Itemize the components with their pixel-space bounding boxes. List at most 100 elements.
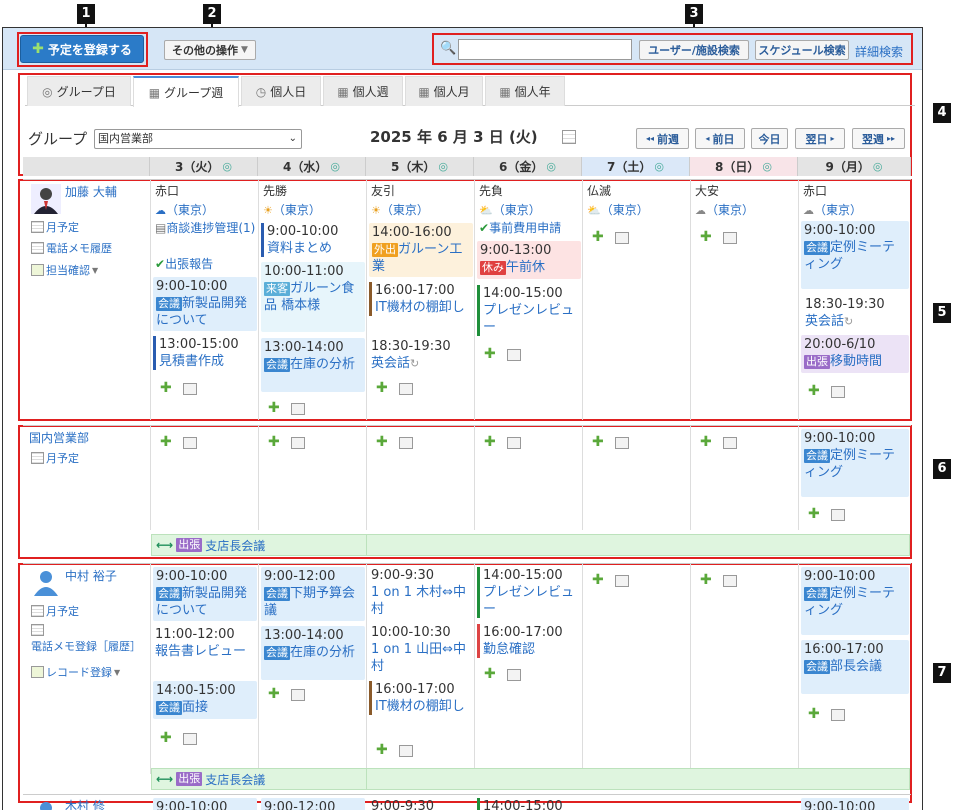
banner-event[interactable]: ⟷ 出張 支店長会議	[151, 534, 367, 556]
day-header-4[interactable]: 4（水） ◎	[258, 157, 366, 176]
schedule-event[interactable]: 9:00-9:30	[371, 798, 471, 810]
schedule-event[interactable]: 16:00-17:00 勤怠確認	[477, 624, 577, 658]
schedule-event[interactable]: 9:00-10:00	[153, 798, 257, 810]
tab-personal-year[interactable]: ▦ 個人年	[485, 76, 565, 106]
schedule-event[interactable]: 9:00-10:00 会議 定例ミーティング	[801, 567, 909, 635]
schedule-event[interactable]: 9:00-10:00 会議 定例ミーティング	[801, 429, 909, 497]
schedule-event[interactable]: 9:00-10:00 資料まとめ	[261, 223, 357, 257]
add-memo-icon[interactable]	[399, 745, 413, 757]
add-schedule-icon[interactable]: ✚	[700, 572, 712, 588]
schedule-event[interactable]: 9:00-10:00 会議 新製品開発について	[153, 567, 257, 621]
add-memo-icon[interactable]	[723, 575, 737, 587]
tab-personal-week[interactable]: ▦ 個人週	[323, 76, 403, 106]
add-schedule-icon[interactable]: ✚	[268, 400, 280, 416]
add-schedule-icon[interactable]: ✚	[160, 380, 172, 396]
schedule-event[interactable]: 14:00-15:00 プレゼンレビュー	[477, 285, 577, 336]
schedule-event[interactable]: 14:00-15:00 プレゼンレビュー	[477, 567, 577, 618]
schedule-event[interactable]: 16:00-17:00 IT機材の棚卸し	[369, 282, 469, 316]
phone-memo-link[interactable]: 電話メモ履歴	[31, 240, 112, 256]
assignment-check-link[interactable]: 担当確認 ▼	[31, 262, 98, 278]
add-schedule-icon[interactable]: ✚	[808, 506, 820, 522]
add-memo-icon[interactable]	[615, 232, 629, 244]
add-memo-icon[interactable]	[507, 669, 521, 681]
add-schedule-icon[interactable]: ✚	[376, 742, 388, 758]
schedule-event[interactable]: 13:00-14:00 会議 在庫の分析	[261, 338, 365, 392]
user-name[interactable]: 加藤 大輔	[65, 183, 117, 200]
add-memo-icon[interactable]	[723, 437, 737, 449]
day-header-9[interactable]: 9（月） ◎	[798, 157, 911, 176]
weather-info[interactable]: ⛅（東京）	[587, 201, 649, 218]
add-schedule-icon[interactable]: ✚	[268, 434, 280, 450]
add-memo-icon[interactable]	[399, 383, 413, 395]
add-memo-icon[interactable]	[399, 437, 413, 449]
day-header-6[interactable]: 6（金） ◎	[474, 157, 582, 176]
schedule-event[interactable]: 14:00-15:00	[477, 798, 577, 810]
add-schedule-icon[interactable]: ✚	[592, 572, 604, 588]
weather-info[interactable]: ☁（東京）	[695, 201, 754, 218]
add-schedule-icon[interactable]: ✚	[592, 229, 604, 245]
todo-item[interactable]: ✔出張報告	[155, 256, 257, 273]
weather-info[interactable]: ⛅（東京）	[479, 201, 541, 218]
add-schedule-icon[interactable]: ✚	[700, 434, 712, 450]
month-schedule-link[interactable]: 月予定	[31, 603, 79, 619]
user-name[interactable]: 中村 裕子	[65, 567, 117, 584]
add-memo-icon[interactable]	[831, 509, 845, 521]
today-button[interactable]: 今日	[751, 128, 788, 149]
schedule-event[interactable]: 9:00-12:00	[261, 798, 365, 810]
weather-info[interactable]: ☁（東京）	[803, 201, 862, 218]
schedule-event[interactable]: 13:00-15:00 見積書作成	[153, 336, 257, 370]
tab-personal-month[interactable]: ▦ 個人月	[405, 76, 483, 106]
add-memo-icon[interactable]	[291, 689, 305, 701]
day-header-7[interactable]: 7（土） ◎	[582, 157, 690, 176]
user-name[interactable]: 木村 修	[65, 797, 105, 810]
schedule-event[interactable]: 9:00-9:30 1 on 1 木村⇔中村	[371, 567, 471, 618]
calendar-picker-icon[interactable]	[562, 130, 576, 144]
todo-item[interactable]: ▤商談進捗管理(1)	[155, 220, 257, 236]
add-schedule-icon[interactable]: ✚	[376, 380, 388, 396]
add-schedule-icon[interactable]: ✚	[484, 346, 496, 362]
add-memo-icon[interactable]	[615, 575, 629, 587]
add-schedule-icon[interactable]: ✚	[592, 434, 604, 450]
add-schedule-icon[interactable]: ✚	[160, 434, 172, 450]
schedule-event[interactable]: 16:00-17:00 IT機材の棚卸し	[369, 681, 469, 715]
schedule-event[interactable]: 20:00-6/10 出張 移動時間	[801, 335, 909, 373]
schedule-event[interactable]: 18:30-19:30 英会話↻	[371, 338, 471, 372]
schedule-event[interactable]: 16:00-17:00 会議 部長会議	[801, 640, 909, 694]
add-memo-icon[interactable]	[723, 232, 737, 244]
weather-info[interactable]: ☁（東京）	[155, 201, 214, 218]
add-memo-icon[interactable]	[507, 349, 521, 361]
add-memo-icon[interactable]	[831, 709, 845, 721]
tab-group-day[interactable]: ◎ グループ日	[27, 76, 131, 106]
schedule-event[interactable]: 11:00-12:00 報告書レビュー	[155, 626, 255, 660]
schedule-event[interactable]: 18:30-19:30 英会話↻	[805, 296, 909, 330]
add-schedule-icon[interactable]: ✚	[160, 730, 172, 746]
tab-personal-day[interactable]: ◷ 個人日	[241, 76, 321, 106]
weather-info[interactable]: ☀（東京）	[371, 201, 429, 218]
add-schedule-icon[interactable]: ✚	[484, 434, 496, 450]
schedule-event[interactable]: 9:00-10:00 会議 定例ミーティング	[801, 221, 909, 289]
tab-group-week[interactable]: ▦ グループ週	[133, 76, 239, 107]
schedule-event[interactable]: 10:00-11:00 来客 ガルーン食品 橋本様	[261, 262, 365, 332]
schedule-event[interactable]: 14:00-16:00 外出 ガルーン工業	[369, 223, 473, 277]
record-register-link[interactable]: レコード登録 ▼	[31, 664, 120, 680]
schedule-event[interactable]: 14:00-15:00 会議 面接	[153, 681, 257, 719]
group-name[interactable]: 国内営業部	[29, 429, 89, 446]
add-memo-icon[interactable]	[183, 437, 197, 449]
month-schedule-link[interactable]: 月予定	[31, 219, 79, 235]
phone-memo-link[interactable]: 電話メモ登録［履歴］	[31, 624, 146, 654]
add-schedule-icon[interactable]: ✚	[700, 229, 712, 245]
schedule-event[interactable]: 9:00-10:00 会議 新製品開発について	[153, 277, 257, 331]
group-select[interactable]: 国内営業部 ⌄	[94, 129, 302, 149]
weather-info[interactable]: ☀（東京）	[263, 201, 321, 218]
schedule-event[interactable]: 9:00-10:00	[801, 798, 909, 810]
add-schedule-icon[interactable]: ✚	[376, 434, 388, 450]
add-memo-icon[interactable]	[831, 386, 845, 398]
todo-item[interactable]: ✔事前費用申請	[479, 220, 579, 237]
add-schedule-icon[interactable]: ✚	[808, 706, 820, 722]
day-header-8[interactable]: 8（日） ◎	[690, 157, 798, 176]
add-memo-icon[interactable]	[507, 437, 521, 449]
add-memo-icon[interactable]	[615, 437, 629, 449]
next-day-button[interactable]: 翌日 ▸	[795, 128, 845, 149]
day-header-5[interactable]: 5（木） ◎	[366, 157, 474, 176]
add-memo-icon[interactable]	[183, 383, 197, 395]
